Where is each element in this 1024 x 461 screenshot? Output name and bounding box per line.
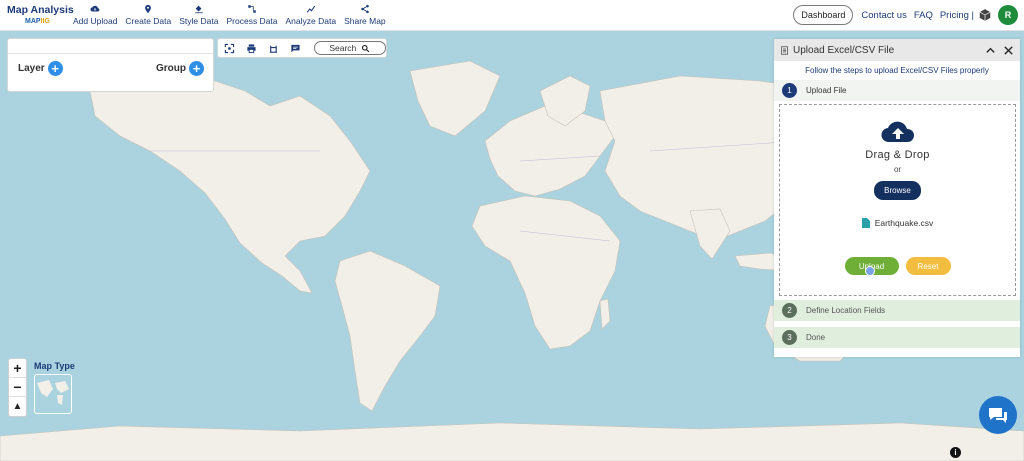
landmass-south-america <box>334 250 441 412</box>
add-group-button[interactable]: + <box>189 61 204 76</box>
pricing-link[interactable]: Pricing | <box>940 10 974 21</box>
print-icon[interactable] <box>246 43 257 54</box>
landmass-madagascar <box>599 298 611 330</box>
menu-label: Process Data <box>226 16 278 26</box>
menu-label: Add Upload <box>73 16 118 26</box>
layer-panel-header <box>8 39 213 54</box>
faq-link[interactable]: FAQ <box>914 10 933 21</box>
step-upload-file[interactable]: 1 Upload File <box>774 80 1020 101</box>
chat-icon <box>989 408 1007 423</box>
layer-label: Layer <box>18 63 45 74</box>
file-icon <box>861 218 870 228</box>
menu-label: Create Data <box>125 16 172 26</box>
reset-button[interactable]: Reset <box>905 257 951 275</box>
map-pin-icon <box>145 4 152 14</box>
group-label: Group <box>156 63 186 74</box>
zoom-in-button[interactable]: + <box>9 359 26 378</box>
cloud-upload-icon <box>880 121 914 143</box>
paint-bucket-icon <box>195 5 203 14</box>
step-label: Upload File <box>806 86 847 95</box>
panel-header: Upload Excel/CSV File <box>774 39 1020 61</box>
file-name: Earthquake.csv <box>874 218 934 228</box>
landmass-north-america <box>89 75 371 294</box>
search-label: Search <box>329 43 357 53</box>
process-icon <box>248 5 256 13</box>
cloud-upload-icon <box>90 5 100 12</box>
menu-process-data[interactable]: Process Data <box>222 4 281 26</box>
browse-button[interactable]: Browse <box>874 181 921 200</box>
menu-add-upload[interactable]: Add Upload <box>69 4 121 26</box>
group-control: Group + <box>156 61 204 76</box>
add-layer-button[interactable]: + <box>47 61 63 76</box>
layer-group-row: Layer + Group + <box>8 54 213 76</box>
map-toolbar: Search <box>217 38 387 58</box>
right-navigation: Dashboard Contact us FAQ Pricing | R <box>793 5 1024 25</box>
zoom-controls: + − ▲ <box>8 358 27 417</box>
map-search-button[interactable]: Search <box>313 41 386 55</box>
logo-subtitle: MAPIIG <box>7 18 64 25</box>
upload-csv-panel: Upload Excel/CSV File Follow the steps t… <box>774 39 1020 357</box>
landmass-antarctica <box>0 422 1024 461</box>
logo-title: Map Analysis <box>7 4 74 17</box>
step-done[interactable]: 3 Done <box>774 327 1020 348</box>
measure-icon[interactable] <box>268 43 279 54</box>
3d-box-icon[interactable] <box>978 8 992 22</box>
step-label: Define Location Fields <box>806 306 886 315</box>
panel-controls <box>978 45 1020 56</box>
selected-file: Earthquake.csv <box>861 218 934 228</box>
action-buttons: Upload Reset <box>844 257 951 276</box>
map-thumbnail-image <box>37 380 69 405</box>
layer-control: Layer + <box>18 61 63 76</box>
drag-drop-title: Drag & Drop <box>865 149 930 161</box>
landmass-greenland <box>409 60 501 137</box>
logo-sub-a: MAP <box>25 17 41 25</box>
user-avatar[interactable]: R <box>998 5 1018 25</box>
menu-style-data[interactable]: Style Data <box>175 4 222 26</box>
or-label: or <box>893 165 902 174</box>
menu-label: Analyze Data <box>285 16 337 26</box>
menu-analyze-data[interactable]: Analyze Data <box>282 4 341 26</box>
upload-button[interactable]: Upload <box>844 257 899 276</box>
top-navigation-bar: Map Analysis MAPIIG Add Upload Create Da… <box>0 0 1024 31</box>
mouse-cursor <box>864 266 875 276</box>
layer-group-panel: Layer + Group + <box>7 38 214 92</box>
panel-title: Upload Excel/CSV File <box>793 44 895 56</box>
panel-subtitle: Follow the steps to upload Excel/CSV Fil… <box>805 66 989 75</box>
share-icon <box>361 4 369 14</box>
search-icon <box>362 44 370 52</box>
contact-us-link[interactable]: Contact us <box>861 10 906 21</box>
landmass-africa <box>471 195 621 350</box>
chat-button[interactable] <box>979 396 1017 434</box>
app-logo[interactable]: Map Analysis MAPIIG <box>0 4 74 25</box>
chevron-up-icon[interactable] <box>985 45 996 56</box>
step-define-location[interactable]: 2 Define Location Fields <box>774 300 1020 321</box>
file-icon <box>781 45 788 55</box>
landmass-europe <box>484 105 616 197</box>
comment-icon[interactable] <box>290 43 301 54</box>
dashboard-button[interactable]: Dashboard <box>793 5 854 25</box>
menu-label: Share Map <box>344 16 386 26</box>
file-dropzone[interactable]: Drag & Drop or Browse Earthquake.csv Upl… <box>779 104 1016 296</box>
logo-sub-b: IIG <box>40 17 50 25</box>
analyze-icon <box>306 5 315 13</box>
step-number: 2 <box>782 303 797 318</box>
menu-create-data[interactable]: Create Data <box>121 4 175 26</box>
step-label: Done <box>806 333 826 342</box>
north-arrow-button[interactable]: ▲ <box>9 397 26 416</box>
menu-share-map[interactable]: Share Map <box>340 4 390 26</box>
info-button[interactable]: i <box>950 447 961 458</box>
step-number: 3 <box>782 330 797 345</box>
map-type-thumbnail[interactable] <box>34 374 72 414</box>
main-menu: Add Upload Create Data Style Data Proces… <box>69 4 390 26</box>
map-type-label: Map Type <box>34 361 75 371</box>
close-icon[interactable] <box>1003 45 1014 56</box>
menu-label: Style Data <box>179 16 219 26</box>
zoom-out-button[interactable]: − <box>9 378 26 397</box>
fullscreen-icon[interactable] <box>224 43 235 54</box>
step-number: 1 <box>782 83 797 98</box>
